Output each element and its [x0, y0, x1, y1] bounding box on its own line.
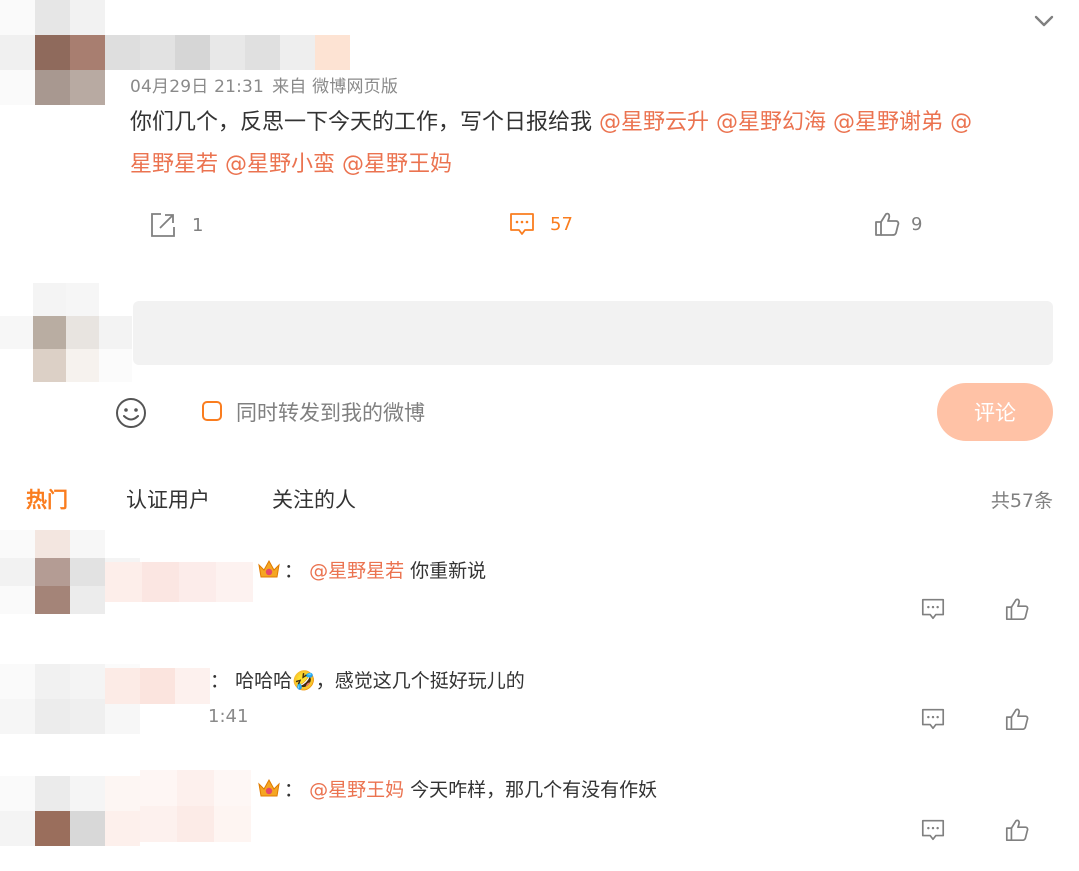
comment-button[interactable]: 57 [508, 210, 573, 238]
comment-colon: ： [210, 670, 230, 692]
comment-text: ： 哈哈哈🤣，感觉这几个挺好玩儿的 [210, 666, 525, 693]
mention-link[interactable]: @ [950, 110, 972, 135]
tab-following[interactable]: 关注的人 [272, 484, 356, 514]
comment-text: ： @星野星若 你重新说 [284, 556, 486, 583]
comment-body: 哈哈哈🤣，感觉这几个挺好玩儿的 [235, 670, 525, 692]
repost-count: 1 [192, 214, 204, 236]
like-button[interactable]: 9 [873, 210, 922, 238]
post-author-name[interactable] [140, 35, 350, 70]
tab-verified-users[interactable]: 认证用户 [126, 484, 210, 514]
comment-count: 57 [550, 213, 573, 235]
comment-reply-icon[interactable] [920, 596, 946, 622]
comment-like-icon[interactable] [1004, 706, 1030, 732]
mention-link[interactable]: @星野幻海 [716, 110, 826, 135]
comment-author-name[interactable] [140, 770, 251, 842]
comment-avatar[interactable] [0, 776, 140, 846]
submit-comment-button[interactable]: 评论 [937, 383, 1053, 441]
comment-total: 共57条 [990, 490, 1053, 512]
like-count: 9 [911, 213, 923, 235]
comment-reply-icon[interactable] [920, 706, 946, 732]
post-meta: 04月29日 21:31 来自 微博网页版 [130, 72, 398, 97]
mention-link[interactable]: @星野谢弟 [833, 110, 943, 135]
mention-link[interactable]: @星野王妈 [309, 779, 404, 801]
comment-text: ： @星野王妈 今天咋样，那几个有没有作妖 [284, 775, 657, 802]
post-author-avatar[interactable] [0, 0, 140, 106]
crown-icon [258, 559, 280, 578]
crown-icon [258, 778, 280, 797]
tab-hot[interactable]: 热门 [26, 484, 68, 514]
post-source[interactable]: 来自 微博网页版 [272, 77, 398, 97]
mention-link[interactable]: @星野小蛮 [225, 152, 335, 177]
repost-checkbox[interactable] [202, 401, 222, 421]
comment-time: 1:41 [208, 706, 249, 727]
comment-body: 你重新说 [410, 560, 487, 582]
post-text: 你们几个，反思一下今天的工作，写个日报给我 [130, 110, 593, 135]
comment-icon [510, 213, 534, 235]
comment-like-icon[interactable] [1004, 596, 1030, 622]
repost-checkbox-label[interactable]: 同时转发到我的微博 [236, 397, 425, 427]
post-body: 你们几个，反思一下今天的工作，写个日报给我 @星野云升 @星野幻海 @星野谢弟 … [130, 102, 1055, 186]
mention-link[interactable]: @星野云升 [599, 110, 709, 135]
comment-input[interactable] [133, 301, 1053, 365]
emoji-icon[interactable] [114, 396, 148, 430]
comment-colon: ： [284, 560, 304, 582]
comment-body: 今天咋样，那几个有没有作妖 [410, 779, 658, 801]
comment-author-name[interactable] [105, 668, 210, 704]
like-icon [875, 212, 900, 236]
comment-like-icon[interactable] [1004, 817, 1030, 843]
chevron-down-icon[interactable] [1031, 8, 1057, 34]
comment-reply-icon[interactable] [920, 817, 946, 843]
comment-author-name[interactable] [105, 562, 253, 602]
mention-link[interactable]: 星野星若 [130, 152, 218, 177]
repost-icon [151, 213, 175, 237]
current-user-avatar [0, 283, 133, 382]
repost-button[interactable]: 1 [148, 210, 203, 240]
mention-link[interactable]: @星野星若 [309, 560, 404, 582]
comment-colon: ： [284, 779, 304, 801]
post-date: 04月29日 21:31 [130, 77, 265, 97]
mention-link[interactable]: @星野王妈 [342, 152, 452, 177]
